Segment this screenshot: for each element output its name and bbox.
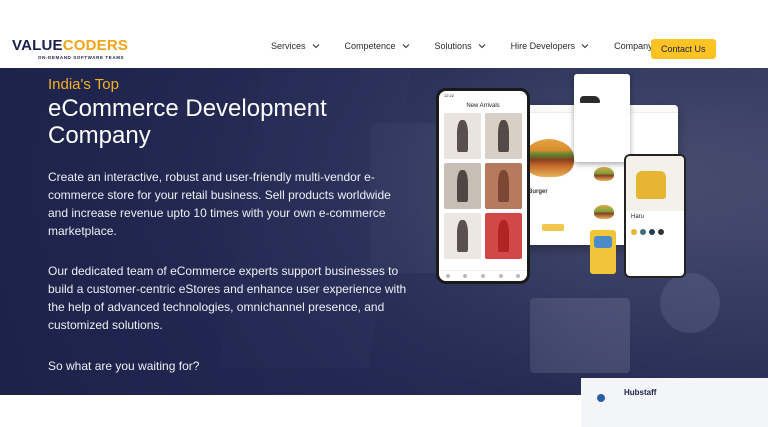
main-nav: Services Competence Solutions Hire Devel… (271, 41, 682, 51)
product-grid (439, 109, 527, 263)
product-card (485, 163, 522, 209)
chair-label: Haru (631, 214, 645, 220)
color-swatch (649, 229, 655, 235)
phone-status-time: 12:22 (444, 93, 455, 98)
furniture-app-mockup: Haru (624, 154, 686, 278)
burger-thumbnail (594, 205, 614, 219)
hero-title: eCommerce Development Company (48, 95, 327, 149)
product-card (444, 163, 481, 209)
product-popup-mockup (574, 74, 630, 162)
chevron-down-icon (312, 44, 319, 49)
product-card (485, 213, 522, 259)
nav-item-label: Hire Developers (510, 41, 576, 51)
nav-item-solutions[interactable]: Solutions (435, 41, 487, 51)
hero-paragraph: Our dedicated team of eCommerce experts … (48, 264, 407, 332)
home-icon (445, 274, 450, 278)
nav-item-competence[interactable]: Competence (345, 41, 411, 51)
search-icon (463, 274, 468, 278)
logo-tagline: ON-DEMAND SOFTWARE TEAMS (38, 55, 125, 60)
hero-section: India's Top eCommerce Development Compan… (0, 68, 768, 395)
hero-paragraph: Create an interactive, robust and user-f… (48, 170, 391, 238)
burger-thumbnail (594, 167, 614, 181)
nav-item-label: Solutions (434, 41, 472, 51)
product-card (444, 113, 481, 159)
chevron-down-icon (402, 44, 409, 49)
color-swatch (658, 229, 664, 235)
burger-label: Burger (528, 189, 548, 195)
add-to-cart-button (542, 224, 564, 231)
profile-icon (516, 274, 521, 278)
hero-paragraph: So what are you waiting for? (48, 359, 200, 373)
logo-wordmark: VALUECODERS (12, 37, 129, 54)
nav-item-services[interactable]: Services (271, 41, 321, 51)
contact-us-button[interactable]: Contact Us (651, 39, 716, 59)
site-header: VALUECODERS ON-DEMAND SOFTWARE TEAMS Ser… (0, 0, 768, 68)
chair-image-area (626, 156, 684, 211)
chevron-down-icon (581, 44, 589, 49)
hubstaff-logo-icon (597, 394, 605, 402)
sofa-image (594, 236, 612, 248)
color-swatch (640, 229, 646, 235)
hubstaff-label: Hubstaff (624, 388, 657, 397)
hubstaff-card (581, 378, 768, 427)
chevron-down-icon (478, 44, 485, 49)
nav-item-label: Competence (344, 41, 396, 51)
shoe-image (580, 96, 600, 103)
valuecoders-logo[interactable]: VALUECODERS ON-DEMAND SOFTWARE TEAMS (12, 38, 128, 60)
burger-image (524, 139, 574, 177)
color-options (626, 223, 684, 241)
phone-bottom-nav (439, 270, 527, 281)
hero-eyebrow: India's Top (48, 76, 119, 93)
product-card (444, 213, 481, 259)
nav-item-label: Company (614, 41, 653, 51)
fashion-app-mockup: 12:22 New Arrivals (436, 88, 530, 284)
nav-item-hire-developers[interactable]: Hire Developers (511, 41, 591, 51)
chair-image (636, 171, 666, 199)
color-swatch (631, 229, 637, 235)
cart-icon (480, 274, 485, 278)
product-card (485, 113, 522, 159)
nav-item-label: Services (271, 41, 306, 51)
heart-icon (498, 274, 503, 278)
